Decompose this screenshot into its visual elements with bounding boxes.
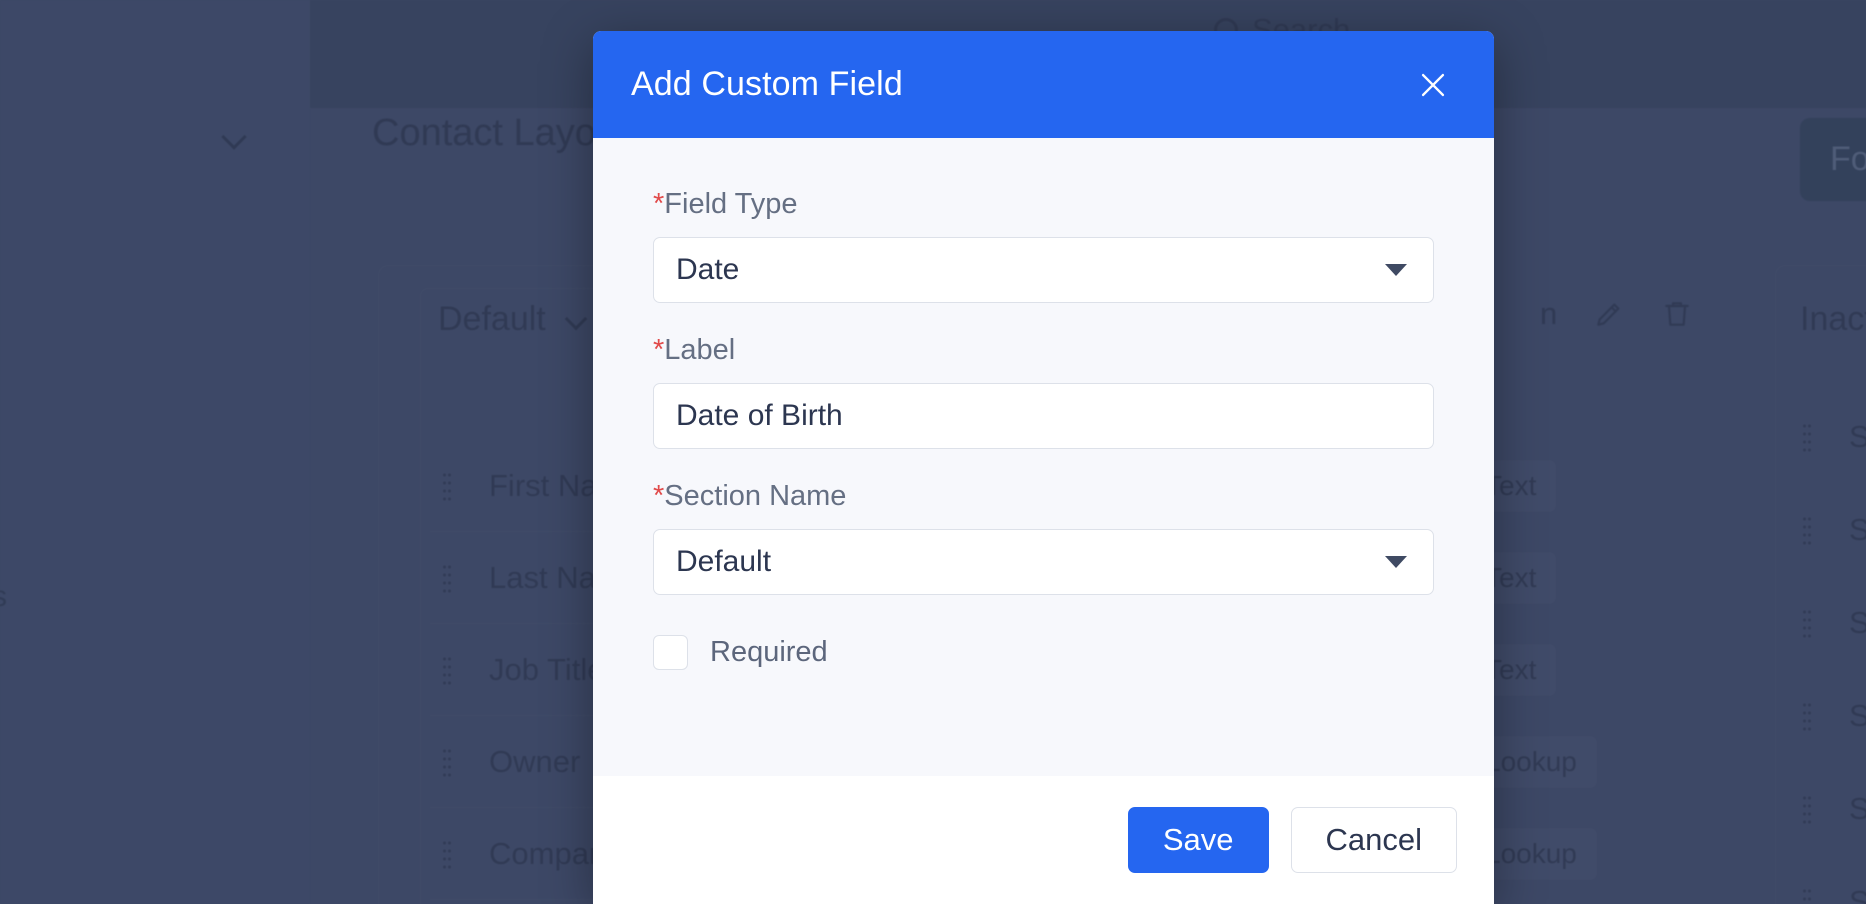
sidebar-item-label: s [0, 580, 7, 614]
field-name: Sh [1849, 790, 1866, 826]
dialog-header: Add Custom Field [593, 31, 1494, 138]
chevron-down-icon [568, 311, 585, 328]
field-type-value: Date [676, 253, 740, 286]
field-type-group: *Field Type Date [653, 188, 1434, 303]
drag-handle-icon[interactable] [1802, 700, 1811, 731]
field-type-select[interactable]: Date [653, 237, 1434, 303]
list-item[interactable]: Sh [1790, 576, 1866, 669]
app-sidebar [0, 0, 310, 904]
required-checkbox-label[interactable]: Required [710, 636, 828, 669]
list-item[interactable]: Sh [1790, 762, 1866, 855]
drag-handle-icon[interactable] [442, 838, 451, 869]
list-item[interactable]: Sh [1790, 855, 1866, 904]
field-name: Sh [1849, 511, 1866, 547]
field-type-label: *Field Type [653, 188, 1434, 221]
inactive-panel-title: Inactive [1800, 300, 1866, 338]
cancel-button[interactable]: Cancel [1290, 807, 1457, 873]
section-tools: n [1540, 296, 1693, 332]
form-button[interactable]: Fo [1800, 118, 1866, 201]
chevron-down-icon [1385, 556, 1407, 568]
drag-handle-icon[interactable] [1802, 793, 1811, 824]
section-name-label: *Section Name [653, 480, 1434, 513]
required-checkbox-row: Required [653, 635, 1434, 670]
drag-handle-icon[interactable] [1802, 514, 1811, 545]
drag-handle-icon[interactable] [442, 562, 451, 593]
label-field-label: *Label [653, 334, 1434, 367]
drag-handle-icon[interactable] [1802, 421, 1811, 452]
inactive-fields-list: Sh Sh Sh Sh Sh Sh [1790, 390, 1866, 904]
dialog-footer: Save Cancel [593, 776, 1494, 904]
dialog-body: *Field Type Date *Label *Section Name De… [593, 138, 1494, 776]
label-group: *Label [653, 334, 1434, 449]
field-name: Sh [1849, 604, 1866, 640]
label-field-label-text: Label [664, 334, 736, 366]
trash-icon[interactable] [1661, 298, 1693, 330]
section-action-text: n [1540, 296, 1558, 331]
dialog-title: Add Custom Field [631, 65, 903, 103]
list-item[interactable]: Sh [1790, 483, 1866, 576]
drag-handle-icon[interactable] [1802, 886, 1811, 904]
field-name: Job Title [489, 651, 605, 687]
list-item[interactable]: Sh [1790, 390, 1866, 483]
pencil-icon[interactable] [1593, 298, 1625, 330]
field-name: Sh [1849, 883, 1866, 904]
field-type-label-text: Field Type [664, 188, 798, 220]
drag-handle-icon[interactable] [442, 654, 451, 685]
field-name: Sh [1849, 418, 1866, 454]
section-selector-label: Default [438, 300, 546, 338]
label-input[interactable] [653, 383, 1434, 449]
section-name-select[interactable]: Default [653, 529, 1434, 595]
required-checkbox[interactable] [653, 635, 688, 670]
sidebar-collapse-chevron-icon[interactable] [225, 128, 247, 140]
add-custom-field-dialog: Add Custom Field *Field Type Date *Label… [593, 31, 1494, 904]
required-marker: * [653, 188, 665, 220]
section-selector[interactable]: Default [438, 300, 585, 339]
required-marker: * [653, 480, 665, 512]
section-name-group: *Section Name Default [653, 480, 1434, 595]
save-button[interactable]: Save [1127, 807, 1269, 873]
drag-handle-icon[interactable] [1802, 607, 1811, 638]
chevron-down-icon [1385, 264, 1407, 276]
list-item[interactable]: Sh [1790, 669, 1866, 762]
required-marker: * [653, 334, 665, 366]
drag-handle-icon[interactable] [442, 470, 451, 501]
close-icon[interactable] [1410, 62, 1456, 108]
section-name-label-text: Section Name [664, 480, 847, 512]
drag-handle-icon[interactable] [442, 746, 451, 777]
page-title: Contact Layout [372, 112, 628, 154]
field-name: Sh [1849, 697, 1866, 733]
section-name-value: Default [676, 545, 772, 578]
